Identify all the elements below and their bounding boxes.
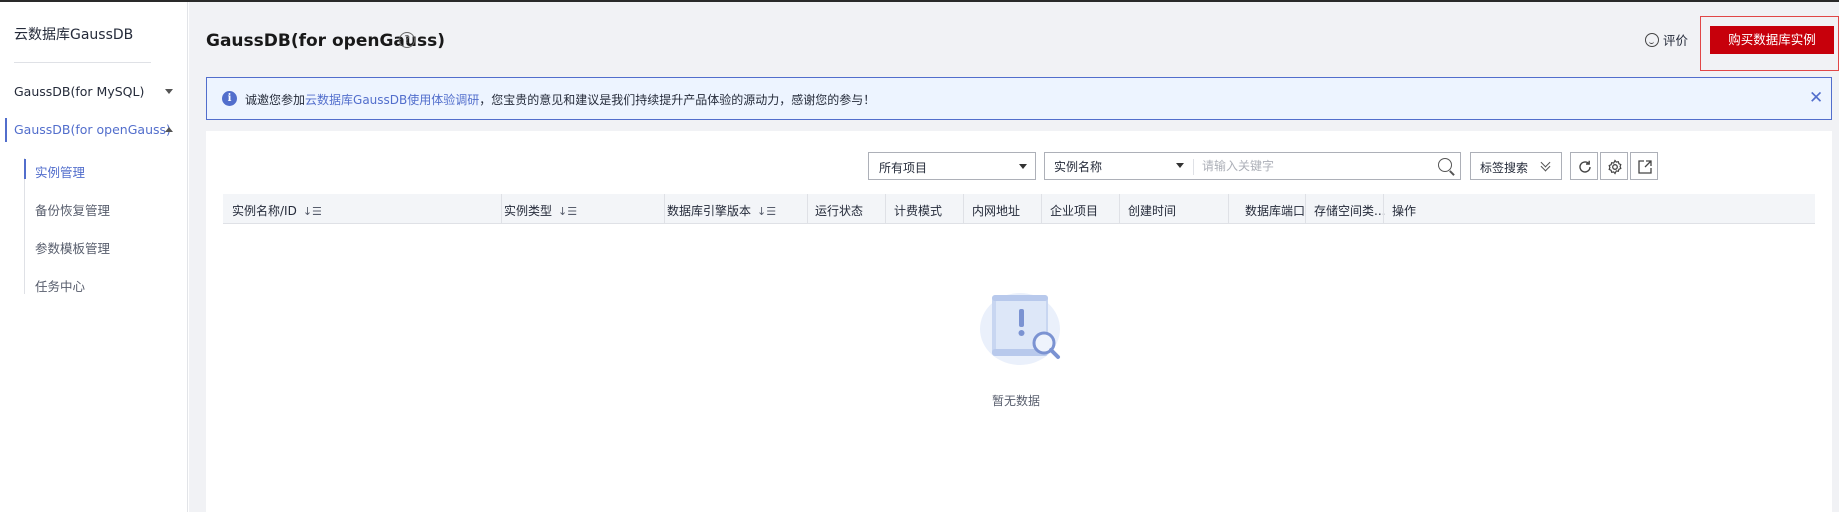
refresh-icon bbox=[1579, 160, 1591, 173]
sidebar-item-parameter-templates[interactable]: 参数模板管理 bbox=[35, 238, 110, 257]
table-header: 实例名称/ID ↓☰ 实例类型 ↓☰ 数据库引擎版本 ↓☰ 运行状态 计费模式 内网地… bbox=[223, 194, 1815, 224]
main-content: GaussDB(for openGauss) ? 评价 购买数据库实例 i 诚邀… bbox=[189, 2, 1839, 512]
caret-up-icon bbox=[165, 127, 173, 132]
sort-icon[interactable]: ↓☰ bbox=[757, 205, 776, 218]
column-header-enterprise-project: 企业项目 bbox=[1050, 204, 1099, 218]
sidebar-item-instance-management[interactable]: 实例管理 bbox=[23, 159, 85, 181]
question-circle-icon[interactable]: ? bbox=[399, 32, 415, 48]
notice-prefix: 诚邀您参加 bbox=[245, 93, 306, 107]
smile-icon bbox=[1645, 33, 1659, 47]
sort-icon[interactable]: ↓☰ bbox=[558, 205, 577, 218]
instance-list-panel: 所有项目 实例名称 标签搜索 bbox=[206, 131, 1832, 512]
export-button[interactable] bbox=[1630, 152, 1658, 180]
column-header-actions: 操作 bbox=[1392, 204, 1417, 218]
column-header-billing: 计费模式 bbox=[894, 204, 943, 218]
column-label: 数据库引擎版本 bbox=[667, 204, 752, 218]
project-select-value: 所有项目 bbox=[879, 161, 928, 175]
column-header-private-ip: 内网地址 bbox=[972, 204, 1021, 218]
search-icon[interactable] bbox=[1438, 158, 1452, 172]
search-field-value: 实例名称 bbox=[1054, 160, 1103, 174]
column-label: 实例类型 bbox=[504, 204, 553, 218]
survey-notice-banner: i 诚邀您参加云数据库GaussDB使用体验调研，您宝贵的意见和建议是我们持续提… bbox=[206, 77, 1832, 120]
feedback-label: 评价 bbox=[1663, 33, 1689, 48]
gear-icon bbox=[1608, 159, 1622, 175]
sidebar-group-opengauss[interactable]: GaussDB(for openGauss) bbox=[0, 118, 188, 142]
column-divider bbox=[1305, 194, 1306, 224]
column-divider bbox=[885, 194, 886, 224]
sidebar-title: 云数据库GaussDB bbox=[14, 27, 134, 43]
column-header-port: 数据库端口 bbox=[1245, 204, 1306, 218]
column-header-engine-version[interactable]: 数据库引擎版本 ↓☰ bbox=[667, 202, 776, 219]
dropdown-arrow-icon bbox=[1176, 163, 1184, 168]
sidebar-item-backup-restore[interactable]: 备份恢复管理 bbox=[35, 200, 110, 219]
sidebar-item-task-center[interactable]: 任务中心 bbox=[35, 276, 85, 295]
tag-search-button[interactable]: 标签搜索 bbox=[1470, 152, 1562, 180]
column-divider bbox=[501, 194, 502, 224]
sort-icon[interactable]: ↓☰ bbox=[303, 205, 322, 218]
no-data-illustration bbox=[980, 293, 1060, 365]
sidebar: 云数据库GaussDB GaussDB(for MySQL) GaussDB(f… bbox=[0, 2, 188, 512]
column-divider bbox=[963, 194, 964, 224]
column-header-status: 运行状态 bbox=[815, 204, 864, 218]
dropdown-arrow-icon bbox=[1019, 164, 1027, 169]
search-field-select[interactable]: 实例名称 bbox=[1044, 152, 1194, 180]
info-icon: i bbox=[222, 91, 237, 106]
sidebar-divider bbox=[14, 62, 151, 63]
sidebar-group-mysql[interactable]: GaussDB(for MySQL) bbox=[0, 80, 188, 104]
search-box: 实例名称 bbox=[1044, 152, 1461, 180]
column-header-name[interactable]: 实例名称/ID ↓☰ bbox=[232, 202, 322, 219]
refresh-button[interactable] bbox=[1570, 152, 1598, 180]
survey-link[interactable]: 云数据库GaussDB使用体验调研 bbox=[305, 93, 479, 107]
tag-search-label: 标签搜索 bbox=[1480, 161, 1529, 175]
column-header-created: 创建时间 bbox=[1128, 204, 1177, 218]
column-divider bbox=[1119, 194, 1120, 224]
settings-button[interactable] bbox=[1600, 152, 1628, 180]
column-label: 实例名称/ID bbox=[232, 204, 297, 218]
column-divider bbox=[664, 194, 665, 224]
feedback-button[interactable]: 评价 bbox=[1645, 30, 1688, 48]
notice-text: 诚邀您参加云数据库GaussDB使用体验调研，您宝贵的意见和建议是我们持续提升产… bbox=[245, 91, 875, 108]
search-input[interactable] bbox=[1202, 156, 1412, 176]
export-icon bbox=[1638, 160, 1652, 174]
caret-down-icon bbox=[165, 89, 173, 94]
column-header-storage-type: 存储空间类... bbox=[1314, 204, 1386, 218]
buy-instance-button[interactable]: 购买数据库实例 bbox=[1710, 26, 1834, 54]
column-divider bbox=[807, 194, 808, 224]
column-divider bbox=[1041, 194, 1042, 224]
search-separator bbox=[1193, 159, 1194, 175]
sidebar-group-label: GaussDB(for MySQL) bbox=[14, 84, 145, 99]
column-divider bbox=[1383, 194, 1384, 224]
project-select[interactable]: 所有项目 bbox=[868, 152, 1036, 180]
notice-suffix: ，您宝贵的意见和建议是我们持续提升产品体验的源动力，感谢您的参与！ bbox=[479, 93, 876, 107]
column-header-type[interactable]: 实例类型 ↓☰ bbox=[504, 202, 577, 219]
column-divider bbox=[1228, 194, 1229, 224]
empty-state-text: 暂无数据 bbox=[991, 394, 1040, 408]
close-icon[interactable]: ✕ bbox=[1809, 88, 1823, 108]
sidebar-group-label: GaussDB(for openGauss) bbox=[14, 122, 171, 137]
